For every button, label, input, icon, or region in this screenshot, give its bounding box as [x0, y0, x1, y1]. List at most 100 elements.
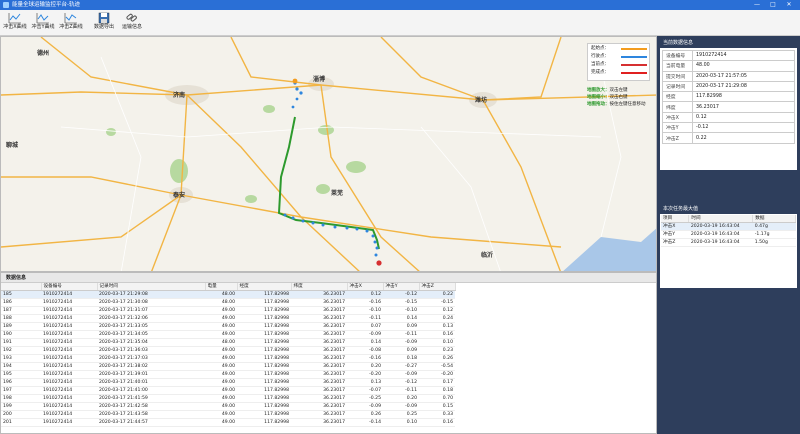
data-export-button[interactable]: 数据导出 [92, 11, 116, 35]
column-header[interactable]: 冲击X [347, 283, 384, 291]
row-index-cell: 193 [1, 354, 41, 363]
hint-value: 按住左键任意移动 [609, 102, 646, 107]
info-row: 冲击Y -0.12 [662, 122, 795, 134]
table-row[interactable]: 冲击Z 2020-03-19 16:43:04 1.50g [661, 238, 796, 247]
table-row[interactable]: 188 1910272414 2020-03-17 21:32:06 49.00 117… [1, 314, 455, 323]
longitude-cell: 117.82998 [237, 338, 291, 347]
toolbar-label: 数据导出 [93, 24, 114, 30]
latitude-cell: 36.23017 [291, 322, 347, 331]
row-index-cell: 191 [1, 338, 41, 347]
maximize-button[interactable]: □ [768, 1, 778, 9]
column-header[interactable]: 记录时间 [97, 283, 206, 291]
impact-z-cell: 0.22 [419, 290, 455, 299]
transport-info-button[interactable]: 运输信息 [120, 11, 144, 35]
column-header[interactable]: 经度 [237, 283, 292, 291]
impact-z-cell: 0.15 [419, 402, 455, 411]
device-id-cell: 1910272414 [41, 402, 97, 411]
impact-z-cell: 0.26 [419, 354, 455, 363]
table-row[interactable]: 197 1910272414 2020-03-17 21:41:00 49.00 117… [1, 386, 455, 395]
device-id-cell: 1910272414 [41, 378, 97, 387]
current-location-marker[interactable] [376, 260, 382, 266]
info-key: 冲击Y [662, 122, 693, 134]
hint-row: 地图拖动：按住左键任意移动 [587, 101, 653, 108]
max-value-cell: 1.50g [752, 238, 796, 247]
table-row[interactable]: 189 1910272414 2020-03-17 21:33:05 49.00 117… [1, 322, 455, 331]
battery-cell: 49.00 [205, 354, 237, 363]
toolbar: 冲击X曲线 冲击Y曲线 冲击Z曲线 数据导出 运输信息 [0, 10, 800, 36]
column-header[interactable]: 时间 [688, 215, 754, 223]
table-row[interactable]: 192 1910272414 2020-03-17 21:36:03 49.00 117… [1, 346, 455, 355]
impact-y-cell: -0.11 [383, 330, 419, 339]
max-value-table[interactable]: 项目 时间 数据 冲击X 2020-03-19 16:43:04 0.47g 冲击Y 2… [661, 215, 796, 247]
info-key: 记录时间 [662, 80, 693, 93]
impact-z-cell: 0.16 [419, 418, 455, 427]
table-row[interactable]: 198 1910272414 2020-03-17 21:41:59 49.00 117… [1, 394, 455, 403]
column-header[interactable]: 数据 [752, 215, 796, 223]
data-table[interactable]: 设备编号 记录时间 电量 经度 纬度 冲击X 冲击Y 冲击Z 185 191027… [1, 283, 456, 427]
column-header[interactable]: 冲击Y [383, 283, 420, 291]
table-row[interactable]: 186 1910272414 2020-03-17 21:30:08 48.00 117… [1, 298, 455, 307]
legend-item: 行驶点： [591, 53, 647, 61]
latitude-cell: 36.23017 [291, 418, 347, 427]
longitude-cell: 117.82998 [237, 386, 291, 395]
longitude-cell: 117.82998 [237, 410, 291, 419]
table-row[interactable]: 185 1910272414 2020-03-17 21:29:08 48.00 117… [1, 290, 455, 299]
map-canvas[interactable]: 聊城 济南 淄博 潍坊 泰安 莱芜 德州 临沂 [1, 37, 657, 272]
hint-value: 双击右键 [609, 95, 628, 100]
table-row[interactable]: 冲击X 2020-03-19 16:43:04 0.47g [661, 222, 796, 231]
window-title: 能量全球运输监控平台-轨迹 [12, 2, 80, 8]
impact-y-cell: 0.14 [383, 314, 419, 323]
battery-cell: 49.00 [205, 314, 237, 323]
table-row[interactable]: 200 1910272414 2020-03-17 21:43:58 49.00 117… [1, 410, 455, 419]
device-id-cell: 1910272414 [41, 394, 97, 403]
city-label: 济南 [173, 91, 185, 99]
row-index-cell: 196 [1, 378, 41, 387]
row-index-cell: 190 [1, 330, 41, 339]
table-row[interactable]: 191 1910272414 2020-03-17 21:35:04 48.00 117… [1, 338, 455, 347]
table-row[interactable]: 190 1910272414 2020-03-17 21:34:05 49.00 117… [1, 330, 455, 339]
max-item-cell: 冲击Z [661, 238, 689, 247]
minimize-button[interactable]: — [752, 1, 762, 9]
city-label: 泰安 [172, 191, 185, 199]
column-header[interactable]: 纬度 [291, 283, 348, 291]
info-value: 36.23017 [692, 101, 795, 113]
column-header[interactable]: 电量 [205, 283, 238, 291]
impact-y-cell: -0.12 [383, 290, 419, 299]
close-button[interactable]: ✕ [784, 1, 794, 9]
table-row[interactable]: 193 1910272414 2020-03-17 21:37:03 49.00 117… [1, 354, 455, 363]
longitude-cell: 117.82998 [237, 322, 291, 331]
column-header[interactable]: 设备编号 [41, 283, 98, 291]
impact-z-curve-button[interactable]: 冲击Z曲线 [58, 11, 84, 35]
impact-y-cell: 0.20 [383, 394, 419, 403]
record-time-cell: 2020-03-17 21:38:02 [97, 362, 205, 371]
table-row[interactable]: 194 1910272414 2020-03-17 21:38:02 49.00 117… [1, 362, 455, 371]
table-row[interactable]: 195 1910272414 2020-03-17 21:39:01 49.00 117… [1, 370, 455, 379]
record-time-cell: 2020-03-17 21:35:04 [97, 338, 205, 347]
row-index-cell: 194 [1, 362, 41, 371]
table-row[interactable]: 199 1910272414 2020-03-17 21:42:58 49.00 117… [1, 402, 455, 411]
table-row[interactable]: 冲击Y 2020-03-19 16:43:04 -1.17g [661, 230, 796, 239]
info-key: 冲击Z [662, 132, 693, 144]
info-key: 纬度 [662, 101, 693, 113]
map-view[interactable]: 聊城 济南 淄博 潍坊 泰安 莱芜 德州 临沂 起始点： 行驶点： 当前点： 完… [0, 36, 657, 272]
column-header[interactable]: 冲击Z [419, 283, 456, 291]
impact-x-cell: -0.07 [347, 386, 383, 395]
table-row[interactable]: 201 1910272414 2020-03-17 21:44:57 49.00 117… [1, 418, 455, 427]
device-id-cell: 1910272414 [41, 410, 97, 419]
longitude-cell: 117.82998 [237, 298, 291, 307]
table-row[interactable]: 196 1910272414 2020-03-17 21:40:01 49.00 117… [1, 378, 455, 387]
device-id-cell: 1910272414 [41, 330, 97, 339]
impact-x-curve-button[interactable]: 冲击X曲线 [2, 11, 28, 35]
info-value: 2020-03-17 21:29:08 [692, 80, 795, 93]
impact-y-curve-button[interactable]: 冲击Y曲线 [30, 11, 56, 35]
battery-cell: 49.00 [205, 410, 237, 419]
table-row[interactable]: 187 1910272414 2020-03-17 21:31:07 49.00 117… [1, 306, 455, 315]
record-time-cell: 2020-03-17 21:33:05 [97, 322, 205, 331]
start-marker[interactable] [292, 78, 298, 84]
legend-label: 完成点： [591, 70, 609, 75]
impact-x-cell: 0.13 [347, 378, 383, 387]
info-row: 记录时间 2020-03-17 21:29:08 [662, 80, 795, 93]
info-key: 冲击X [662, 111, 693, 124]
record-time-cell: 2020-03-17 21:44:57 [97, 418, 205, 427]
column-header[interactable]: 项目 [661, 215, 690, 223]
